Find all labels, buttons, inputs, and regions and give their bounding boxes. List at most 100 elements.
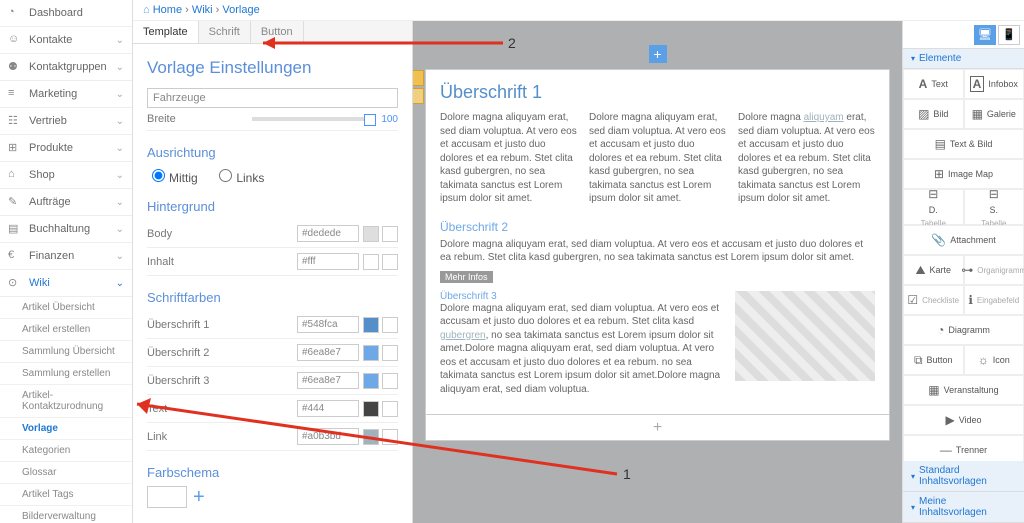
doc-columns: Dolore magna aliquyam erat, sed diam vol… — [440, 111, 875, 212]
el-galerie[interactable]: ▦Galerie — [964, 99, 1024, 129]
link-swatch2[interactable] — [382, 429, 398, 445]
sidebar-item-kontakte[interactable]: ☺Kontakte⌄ — [0, 27, 132, 54]
tab-schrift[interactable]: Schrift — [199, 21, 251, 43]
shop-icon: ⌂ — [8, 168, 22, 182]
sidebar-item-shop[interactable]: ⌂Shop⌄ — [0, 162, 132, 189]
crumb-home[interactable]: Home — [153, 4, 182, 16]
sidebar-item-marketing[interactable]: ≡Marketing⌄ — [0, 81, 132, 108]
u3-swatch2[interactable] — [382, 373, 398, 389]
el-dtabelle[interactable]: ⊟D.Tabelle — [903, 189, 964, 225]
sidebar-sub-vorlage[interactable]: Vorlage — [0, 418, 132, 440]
inhalt-swatch[interactable] — [363, 254, 379, 270]
el-diagramm[interactable]: ◔Diagramm — [903, 315, 1024, 345]
add-row-top-button[interactable]: + — [649, 45, 667, 63]
sidebar-item-finanzen[interactable]: €Finanzen⌄ — [0, 243, 132, 270]
panel-meine[interactable]: ▾Meine Inhaltsvorlagen — [903, 492, 1024, 523]
u2-swatch2[interactable] — [382, 345, 398, 361]
el-video[interactable]: ▶Video — [903, 405, 1024, 435]
sidebar-item-label: Dashboard — [29, 7, 83, 19]
radio-links-input[interactable] — [219, 169, 232, 182]
add-schema-button[interactable]: + — [193, 486, 205, 509]
crumb-vorlage[interactable]: Vorlage — [222, 4, 259, 16]
sidebar-item-kontaktgruppen[interactable]: ⚉Kontaktgruppen⌄ — [0, 54, 132, 81]
desktop-view-button[interactable]: 🖥 — [974, 25, 996, 45]
u3-color-input[interactable] — [297, 372, 359, 389]
body-swatch2[interactable] — [382, 226, 398, 242]
el-infobox[interactable]: AInfobox — [964, 69, 1024, 99]
link-color-input[interactable] — [297, 428, 359, 445]
el-eingabefeld[interactable]: ℹEingabefeld — [964, 285, 1024, 315]
el-organigramm[interactable]: ⊶Organigramm — [964, 255, 1024, 285]
el-attachment[interactable]: 📎Attachment — [903, 225, 1024, 255]
body-color-input[interactable] — [297, 225, 359, 242]
sidebar-sub-artikel-kontakt[interactable]: Artikel-Kontaktzurodnung — [0, 385, 132, 418]
u1-swatch[interactable] — [363, 317, 379, 333]
panel-elemente[interactable]: ▾Elemente — [903, 49, 1024, 69]
u2-swatch[interactable] — [363, 345, 379, 361]
text-icon: A — [919, 77, 928, 91]
el-bild[interactable]: ▨Bild — [903, 99, 964, 129]
block-hint-icon[interactable] — [413, 88, 424, 104]
sidebar-item-buchhaltung[interactable]: ▤Buchhaltung⌄ — [0, 216, 132, 243]
el-checkliste[interactable]: ☑Checkliste — [903, 285, 964, 315]
sidebar-item-label: Marketing — [29, 88, 77, 100]
sidebar-item-label: Produkte — [29, 142, 73, 154]
inhalt-swatch2[interactable] — [382, 254, 398, 270]
lorem-link[interactable]: aliquyam — [804, 112, 844, 123]
schema-swatch[interactable] — [147, 486, 187, 508]
breite-slider[interactable] — [252, 117, 376, 121]
radio-mittig[interactable]: Mittig — [147, 171, 198, 185]
radio-links[interactable]: Links — [214, 171, 264, 185]
el-karte[interactable]: ⛰Karte — [903, 255, 964, 285]
radio-mittig-input[interactable] — [152, 169, 165, 182]
canvas: + Überschrift 1 Dolore magna aliquyam er… — [413, 21, 902, 523]
u1-color-input[interactable] — [297, 316, 359, 333]
sidebar-sub-kategorien[interactable]: Kategorien — [0, 440, 132, 462]
u3-swatch[interactable] — [363, 373, 379, 389]
mobile-view-button[interactable]: 📱 — [998, 25, 1020, 45]
gubergren-link[interactable]: gubergren — [440, 330, 486, 341]
more-button[interactable]: Mehr Infos — [440, 271, 493, 283]
sidebar-sub-glossar[interactable]: Glossar — [0, 462, 132, 484]
el-stabelle[interactable]: ⊟S.Tabelle — [964, 189, 1024, 225]
text-swatch2[interactable] — [382, 401, 398, 417]
sidebar-sub-bilderverwaltung[interactable]: Bilderverwaltung — [0, 506, 132, 523]
u2-color-input[interactable] — [297, 344, 359, 361]
sidebar-item-auftraege[interactable]: ✎Aufträge⌄ — [0, 189, 132, 216]
u1-swatch2[interactable] — [382, 317, 398, 333]
el-button[interactable]: ⧉Button — [903, 345, 964, 375]
dtable-icon: ⊟ — [928, 187, 938, 201]
link-swatch[interactable] — [363, 429, 379, 445]
block-handle[interactable] — [413, 70, 424, 86]
sidebar-sub-artikel-erstellen[interactable]: Artikel erstellen — [0, 319, 132, 341]
sidebar-item-produkte[interactable]: ⊞Produkte⌄ — [0, 135, 132, 162]
tab-template[interactable]: Template — [133, 21, 199, 43]
sidebar-sub-sammlung-uebersicht[interactable]: Sammlung Übersicht — [0, 341, 132, 363]
desktop-icon: 🖥 — [978, 28, 992, 41]
sidebar-sub-artikel-tags[interactable]: Artikel Tags — [0, 484, 132, 506]
tab-button[interactable]: Button — [251, 21, 304, 43]
document-preview[interactable]: Überschrift 1 Dolore magna aliquyam erat… — [425, 69, 890, 415]
text-color-input[interactable] — [297, 400, 359, 417]
el-imagemap[interactable]: ⊞Image Map — [903, 159, 1024, 189]
el-icon[interactable]: ☼Icon — [964, 345, 1024, 375]
el-textbild[interactable]: ▤Text & Bild — [903, 129, 1024, 159]
inhalt-color-input[interactable] — [297, 253, 359, 270]
template-name-input[interactable] — [147, 88, 398, 108]
sidebar-item-dashboard[interactable]: ◔Dashboard — [0, 0, 132, 27]
body-swatch[interactable] — [363, 226, 379, 242]
app-root: ◔Dashboard ☺Kontakte⌄ ⚉Kontaktgruppen⌄ ≡… — [0, 0, 1024, 523]
crumb-wiki[interactable]: Wiki — [192, 4, 213, 16]
image-placeholder[interactable] — [735, 291, 875, 381]
hintergrund-title: Hintergrund — [147, 199, 398, 214]
text-swatch[interactable] — [363, 401, 379, 417]
sidebar-item-wiki[interactable]: ⊙Wiki⌄ — [0, 270, 132, 297]
sidebar-item-vertrieb[interactable]: ☷Vertrieb⌄ — [0, 108, 132, 135]
sidebar-sub-sammlung-erstellen[interactable]: Sammlung erstellen — [0, 363, 132, 385]
sidebar-sub-artikel-uebersicht[interactable]: Artikel Übersicht — [0, 297, 132, 319]
el-text[interactable]: AText — [903, 69, 964, 99]
panel-standard[interactable]: ▾Standard Inhaltsvorlagen — [903, 461, 1024, 492]
add-row-bottom-button[interactable]: + — [653, 419, 662, 437]
el-veranstaltung[interactable]: ▦Veranstaltung — [903, 375, 1024, 405]
el-trenner[interactable]: —Trenner — [903, 435, 1024, 461]
